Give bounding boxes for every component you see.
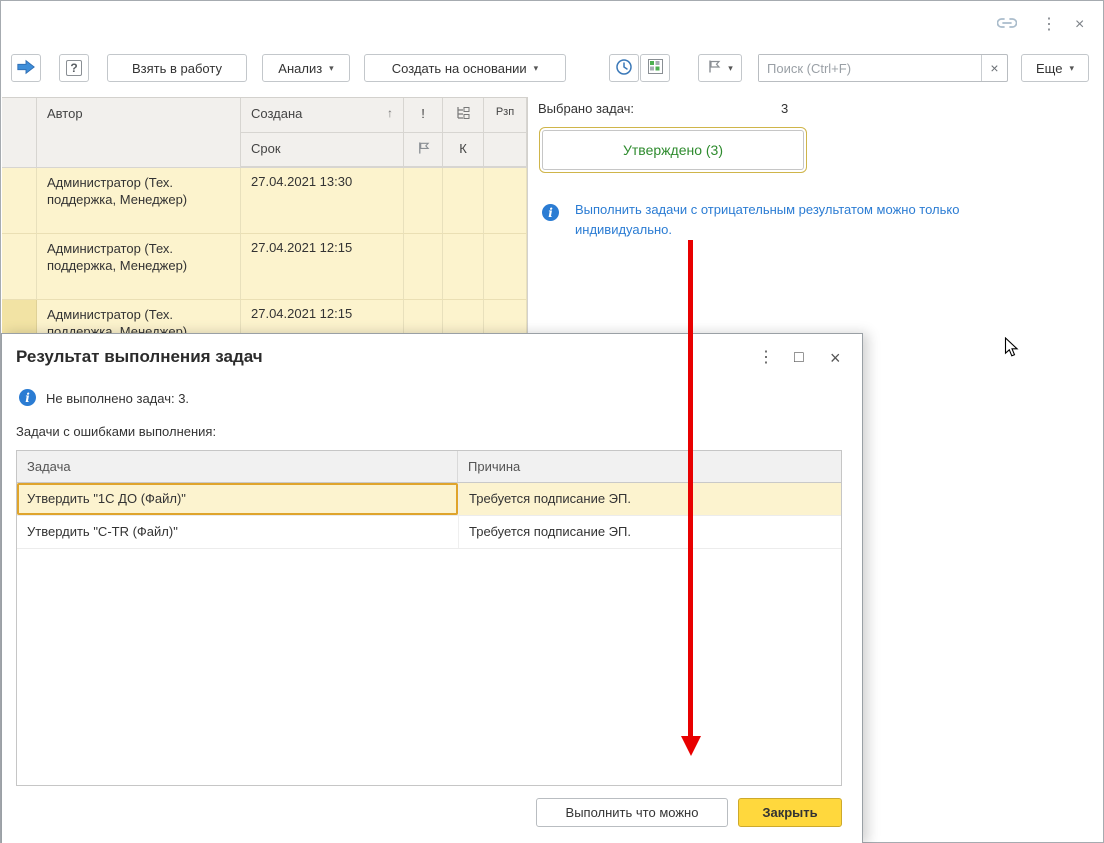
search-box: ×: [758, 54, 1008, 82]
column-header-rzp: Рзп: [484, 98, 527, 168]
column-header-deadline[interactable]: Срок: [241, 133, 403, 168]
table-row[interactable]: Администратор (Тех. поддержка, Менеджер)…: [2, 168, 527, 234]
table-row[interactable]: Администратор (Тех. поддержка, Менеджер)…: [2, 234, 527, 300]
row-selector-cell[interactable]: [2, 168, 37, 234]
info-icon: i: [19, 389, 36, 406]
window-menu-icon[interactable]: ⋮: [1041, 17, 1057, 33]
rzp-cell[interactable]: [484, 234, 527, 300]
selected-tasks-count: 3: [781, 101, 788, 116]
toolbar: ? Взять в работу Анализ ▾ Создать на осн…: [1, 54, 1103, 82]
summary-table-icon: [647, 58, 664, 78]
history-button[interactable]: [609, 54, 639, 82]
dialog-info-text: Не выполнено задач: 3.: [46, 391, 189, 406]
more-button[interactable]: Еще ▾: [1021, 54, 1089, 82]
column-header-created-deadline: Создана ↑ Срок: [241, 98, 404, 168]
chevron-down-icon: ▾: [329, 64, 334, 73]
run-possible-button[interactable]: Выполнить что можно: [536, 798, 728, 827]
hierarchy-icon: [455, 108, 472, 123]
window-close-icon[interactable]: ×: [1075, 17, 1084, 33]
reason-cell[interactable]: Требуется подписание ЭП.: [458, 516, 841, 548]
create-based-on-button[interactable]: Создать на основании ▾: [364, 54, 566, 82]
flag-icon: [707, 59, 721, 77]
forward-arrow-icon: [16, 59, 36, 78]
reason-cell[interactable]: Требуется подписание ЭП.: [458, 483, 841, 515]
chevron-down-icon: ▾: [1069, 64, 1074, 73]
flag-icon: [417, 143, 430, 158]
search-clear-button[interactable]: ×: [981, 55, 1007, 81]
grouping-cell[interactable]: [443, 234, 484, 300]
mouse-cursor: [1004, 337, 1019, 361]
task-table: Автор Создана ↑ Срок !: [2, 97, 528, 366]
help-icon: ?: [66, 60, 82, 76]
importance-cell[interactable]: [404, 234, 443, 300]
panel-info-text: Выполнить задачи с отрицательным результ…: [575, 200, 1047, 240]
column-header-k[interactable]: К: [443, 133, 483, 168]
more-label: Еще: [1036, 61, 1062, 76]
dialog-maximize-icon[interactable]: □: [794, 349, 804, 367]
column-header-flag[interactable]: [404, 133, 442, 168]
dialog-close-icon[interactable]: ×: [830, 349, 841, 367]
take-to-work-button[interactable]: Взять в работу: [107, 54, 247, 82]
forward-button[interactable]: [11, 54, 41, 82]
approved-button[interactable]: Утверждено (3): [542, 130, 804, 170]
link-icon[interactable]: [997, 17, 1017, 33]
column-header-importance-flag: !: [404, 98, 443, 168]
sort-ascending-icon: ↑: [387, 106, 393, 120]
help-button[interactable]: ?: [59, 54, 89, 82]
column-header-importance[interactable]: !: [404, 98, 442, 133]
column-header-rzp-top[interactable]: Рзп: [484, 98, 526, 133]
clear-icon: ×: [990, 60, 998, 76]
created-cell[interactable]: 27.04.2021 12:15: [241, 234, 404, 300]
author-cell[interactable]: Администратор (Тех. поддержка, Менеджер): [37, 168, 241, 234]
task-cell[interactable]: Утвердить "1С ДО (Файл)": [17, 483, 458, 515]
column-header-task[interactable]: Задача: [17, 451, 458, 482]
close-button[interactable]: Закрыть: [738, 798, 842, 827]
created-header-label: Создана: [251, 106, 302, 121]
task-result-dialog: Результат выполнения задач ⋮ □ × i Не вы…: [1, 333, 863, 843]
column-header-grouping[interactable]: [443, 98, 483, 133]
error-list-label: Задачи с ошибками выполнения:: [16, 424, 216, 439]
clock-icon: [615, 58, 633, 79]
table-row[interactable]: Утвердить "1С ДО (Файл)" Требуется подпи…: [17, 483, 841, 516]
author-header-label: Автор: [47, 106, 83, 121]
error-task-table: Задача Причина Утвердить "1С ДО (Файл)" …: [16, 450, 842, 786]
grouping-cell[interactable]: [443, 168, 484, 234]
rzp-header-label: Рзп: [496, 106, 514, 118]
rzp-cell[interactable]: [484, 168, 527, 234]
app-window: ⋮ × ? Взять в работу Анализ ▾ Создать на…: [0, 0, 1104, 843]
info-icon: i: [542, 204, 559, 221]
column-header-reason[interactable]: Причина: [458, 451, 841, 482]
table-row[interactable]: Утвердить "C-TR (Файл)" Требуется подпис…: [17, 516, 841, 549]
chevron-down-icon: ▾: [728, 64, 733, 73]
summary-table-button[interactable]: [640, 54, 670, 82]
analysis-label: Анализ: [278, 61, 322, 76]
column-header-grouping-k: К: [443, 98, 484, 168]
deadline-header-label: Срок: [251, 141, 281, 156]
importance-icon: !: [421, 106, 425, 121]
column-header-created[interactable]: Создана ↑: [241, 98, 403, 133]
chevron-down-icon: ▾: [534, 64, 539, 73]
importance-cell[interactable]: [404, 168, 443, 234]
task-table-header: Автор Создана ↑ Срок !: [2, 98, 527, 168]
column-header-author[interactable]: Автор: [37, 98, 241, 168]
take-to-work-label: Взять в работу: [132, 61, 222, 76]
dialog-menu-icon[interactable]: ⋮: [758, 349, 774, 367]
search-input[interactable]: [759, 55, 981, 81]
window-titlebar: ⋮ ×: [1, 1, 1103, 47]
error-table-header: Задача Причина: [17, 451, 841, 483]
dialog-title: Результат выполнения задач: [16, 347, 263, 367]
create-based-on-label: Создать на основании: [392, 61, 527, 76]
selection-column-header[interactable]: [2, 98, 37, 168]
red-annotation-arrow: [688, 240, 693, 736]
created-cell[interactable]: 27.04.2021 13:30: [241, 168, 404, 234]
selected-tasks-label: Выбрано задач:: [538, 101, 634, 116]
analysis-button[interactable]: Анализ ▾: [262, 54, 350, 82]
author-cell[interactable]: Администратор (Тех. поддержка, Менеджер): [37, 234, 241, 300]
column-header-rzp-bottom[interactable]: [484, 133, 526, 168]
k-header-label: К: [459, 141, 467, 156]
flag-filter-button[interactable]: ▾: [698, 54, 742, 82]
task-cell[interactable]: Утвердить "C-TR (Файл)": [17, 516, 458, 548]
row-selector-cell[interactable]: [2, 234, 37, 300]
